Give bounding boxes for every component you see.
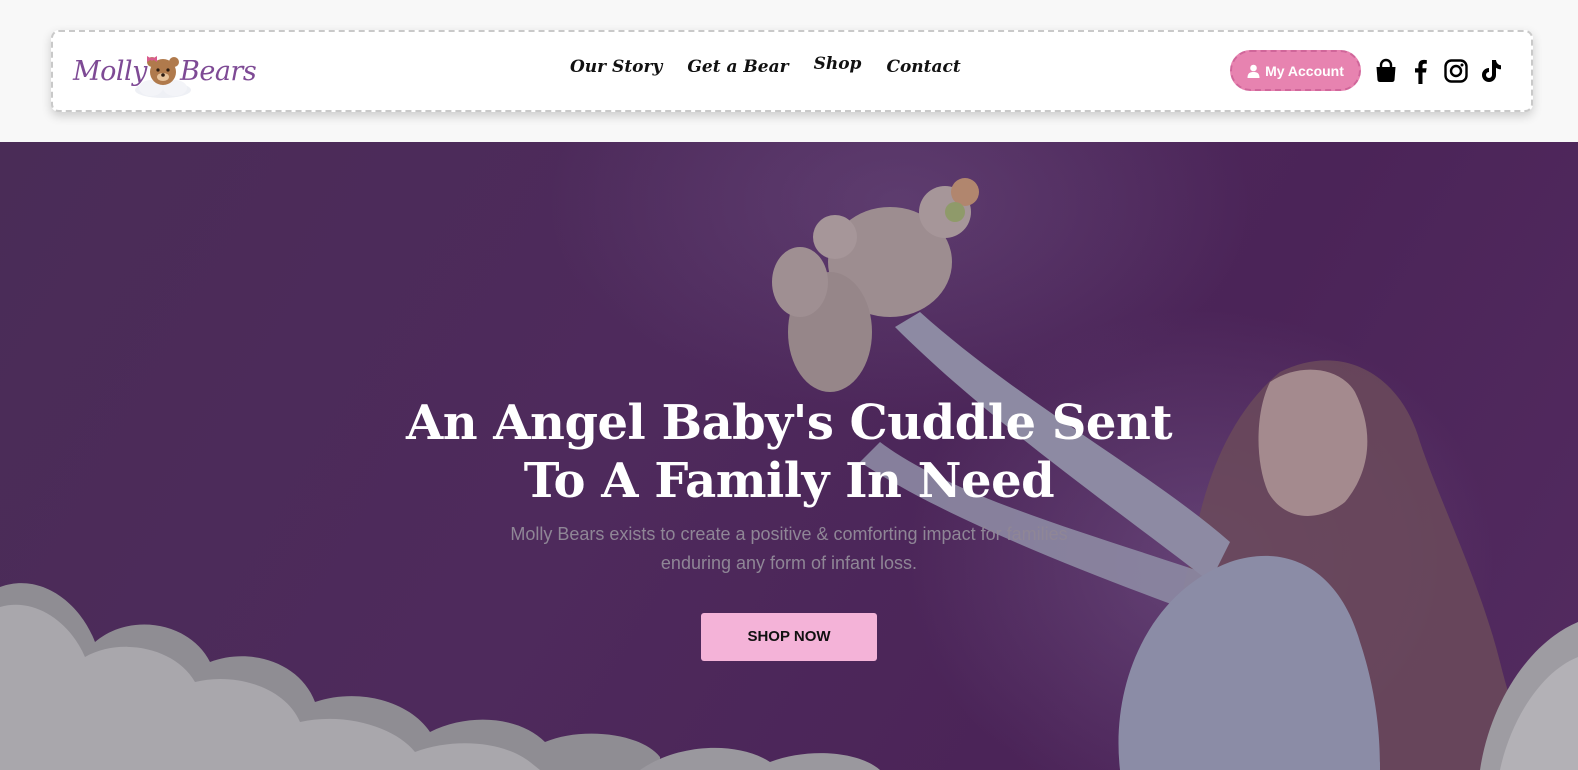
hero-title: An Angel Baby's Cuddle Sent To A Family …: [389, 394, 1189, 510]
hero-content: An Angel Baby's Cuddle Sent To A Family …: [389, 394, 1189, 661]
shopping-bag-icon[interactable]: [1373, 56, 1399, 86]
logo-text-bears: Bears: [180, 56, 257, 87]
top-bar: Molly Bears Our Story Get a Bear Shop Co…: [0, 0, 1578, 142]
site-logo[interactable]: Molly Bears: [73, 44, 258, 100]
site-header: Molly Bears Our Story Get a Bear Shop Co…: [51, 30, 1533, 112]
user-icon: [1247, 64, 1260, 78]
nav-contact[interactable]: Contact: [886, 57, 960, 77]
hero-title-line-1: An Angel Baby's Cuddle Sent: [405, 395, 1173, 451]
instagram-icon[interactable]: [1443, 56, 1469, 86]
facebook-icon[interactable]: [1408, 56, 1434, 86]
my-account-button[interactable]: My Account: [1230, 50, 1361, 91]
tiktok-icon[interactable]: [1478, 56, 1504, 86]
nav-get-a-bear[interactable]: Get a Bear: [687, 57, 788, 77]
nav-our-story[interactable]: Our Story: [570, 57, 662, 77]
shop-now-button[interactable]: SHOP NOW: [701, 613, 877, 661]
nav-shop[interactable]: Shop: [814, 54, 862, 74]
hero-title-line-2: To A Family In Need: [523, 453, 1055, 509]
hero-subtitle: Molly Bears exists to create a positive …: [510, 524, 1068, 573]
main-nav: Our Story Get a Bear Shop Contact: [570, 54, 986, 77]
hero-section: An Angel Baby's Cuddle Sent To A Family …: [0, 142, 1578, 770]
header-icons: [1373, 56, 1513, 86]
my-account-label: My Account: [1265, 62, 1344, 79]
